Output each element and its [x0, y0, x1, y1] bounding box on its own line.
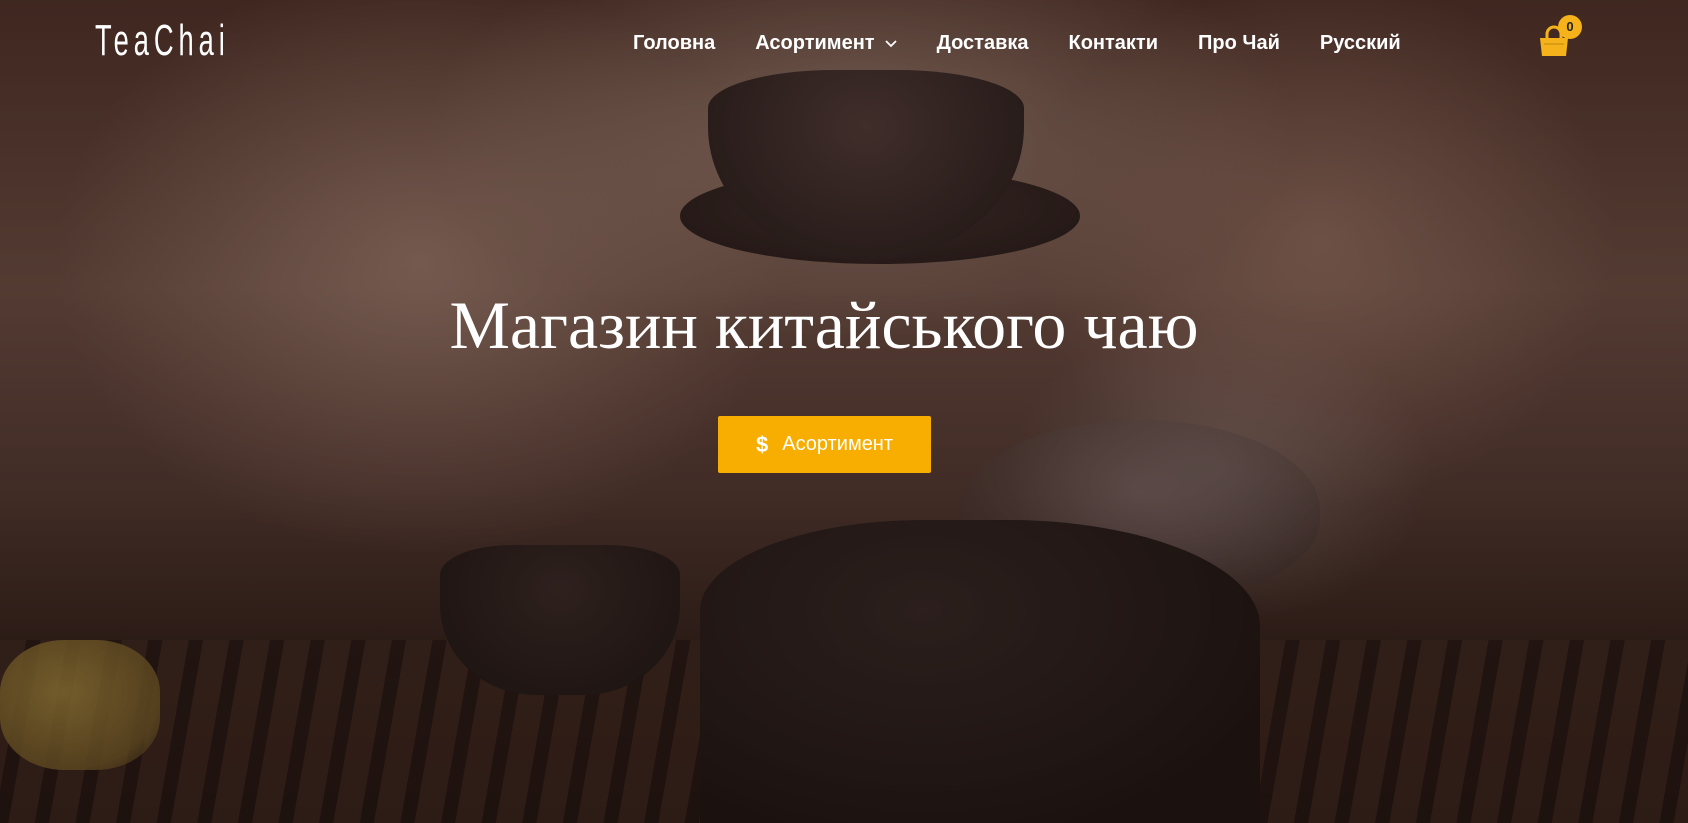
cart-count-badge: 0	[1558, 15, 1582, 39]
nav-item-home[interactable]: Головна	[633, 32, 715, 55]
nav-item-language[interactable]: Русский	[1320, 32, 1401, 55]
hero-overlay	[0, 0, 1688, 823]
chevron-down-icon	[884, 40, 897, 48]
site-logo[interactable]: TeaChai	[95, 16, 230, 66]
assortment-button-label: Асортимент	[782, 433, 894, 455]
hero-title: Магазин китайського чаю	[449, 287, 1199, 363]
nav-item-label: Асортимент	[755, 31, 875, 54]
nav-item-contacts[interactable]: Контакти	[1069, 32, 1159, 55]
nav-item-about-tea[interactable]: Про Чай	[1198, 32, 1280, 55]
nav-item-label: Контакти	[1068, 31, 1159, 54]
site-header: TeaChai Головна Асортимент Доставка Конт…	[0, 0, 1688, 88]
nav-item-delivery[interactable]: Доставка	[937, 32, 1029, 55]
assortment-button[interactable]: $ Асортимент	[718, 416, 931, 473]
main-nav: Головна Асортимент Доставка Контакти Про…	[633, 28, 1401, 58]
hero-background-image	[0, 0, 1688, 823]
dollar-icon: $	[755, 431, 769, 457]
nav-item-assortment[interactable]: Асортимент	[755, 31, 897, 55]
nav-item-label: Головна	[633, 31, 716, 54]
nav-item-label: Про Чай	[1198, 31, 1280, 54]
nav-item-label: Доставка	[936, 31, 1029, 54]
nav-item-label: Русский	[1319, 31, 1401, 54]
